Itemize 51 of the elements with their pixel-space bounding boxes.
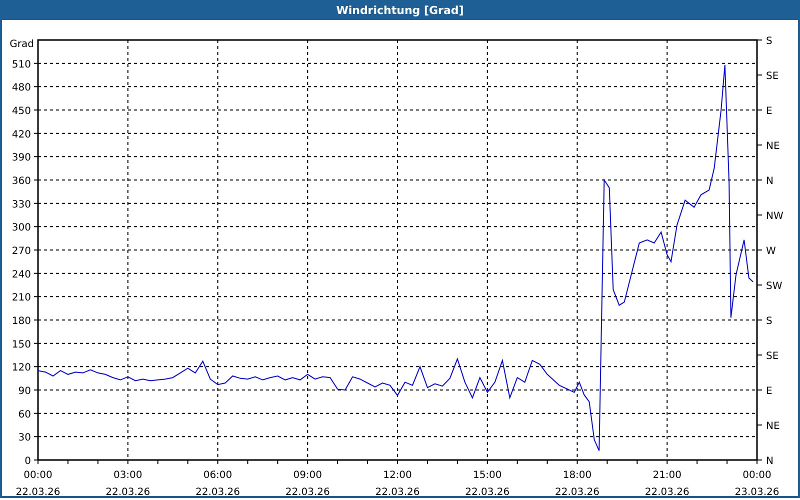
y-tick-label: 450 [12, 106, 31, 117]
x-tick-label: 03:00 [113, 470, 142, 481]
y-tick-label: 360 [12, 176, 31, 187]
date-label: 22.03.26 [285, 487, 330, 496]
date-label: 22.03.26 [554, 487, 600, 496]
date-label: 22.03.26 [375, 487, 420, 496]
y-tick-label: 390 [12, 152, 31, 164]
direction-label: NE [766, 421, 780, 432]
x-tick-label: 12:00 [383, 470, 412, 481]
direction-label: SW [766, 281, 782, 292]
direction-label: N [766, 176, 774, 187]
direction-label: E [766, 106, 772, 117]
x-tick-label: 18:00 [562, 470, 592, 481]
y-tick-label: 180 [12, 316, 31, 327]
date-label: 23.03.26 [734, 487, 780, 496]
x-tick-label: 00:00 [742, 470, 772, 481]
date-label: 22.03.26 [106, 487, 150, 496]
date-label: 22.03.26 [644, 487, 690, 496]
y-tick-label: 270 [12, 246, 31, 257]
direction-label: SE [766, 351, 779, 362]
y-tick-label: 240 [12, 269, 31, 280]
y-tick-label: 330 [12, 199, 31, 210]
y-tick-label: 300 [12, 222, 31, 234]
x-tick-label: 00:00 [24, 470, 52, 481]
direction-label: S [766, 316, 772, 327]
y-tick-label: 420 [12, 129, 31, 140]
x-tick-label: 06:00 [203, 470, 232, 481]
y-axis-title: Grad [10, 39, 34, 50]
direction-label: SE [766, 71, 779, 82]
direction-label: N [766, 456, 774, 467]
y-tick-label: 480 [12, 82, 31, 94]
x-tick-label: 15:00 [472, 470, 502, 481]
y-tick-label: 0 [24, 456, 31, 467]
direction-label: W [766, 246, 776, 257]
date-label: 22.03.26 [465, 487, 510, 496]
y-tick-label: 150 [12, 339, 31, 350]
direction-label: E [766, 386, 772, 397]
window-title: Windrichtung [Grad] [0, 0, 800, 20]
y-tick-label: 90 [18, 386, 31, 397]
date-label: 22.03.26 [195, 487, 240, 496]
y-tick-label: 510 [12, 59, 31, 70]
y-tick-label: 30 [18, 432, 31, 444]
x-tick-label: 21:00 [652, 470, 682, 481]
direction-label: NW [766, 211, 784, 222]
y-tick-label: 120 [12, 362, 31, 374]
y-tick-label: 210 [12, 292, 31, 304]
x-tick-label: 09:00 [293, 470, 322, 481]
direction-label: NE [766, 141, 780, 152]
date-label: 22.03.26 [16, 487, 60, 496]
direction-label: S [766, 36, 772, 47]
y-tick-label: 60 [18, 409, 31, 420]
